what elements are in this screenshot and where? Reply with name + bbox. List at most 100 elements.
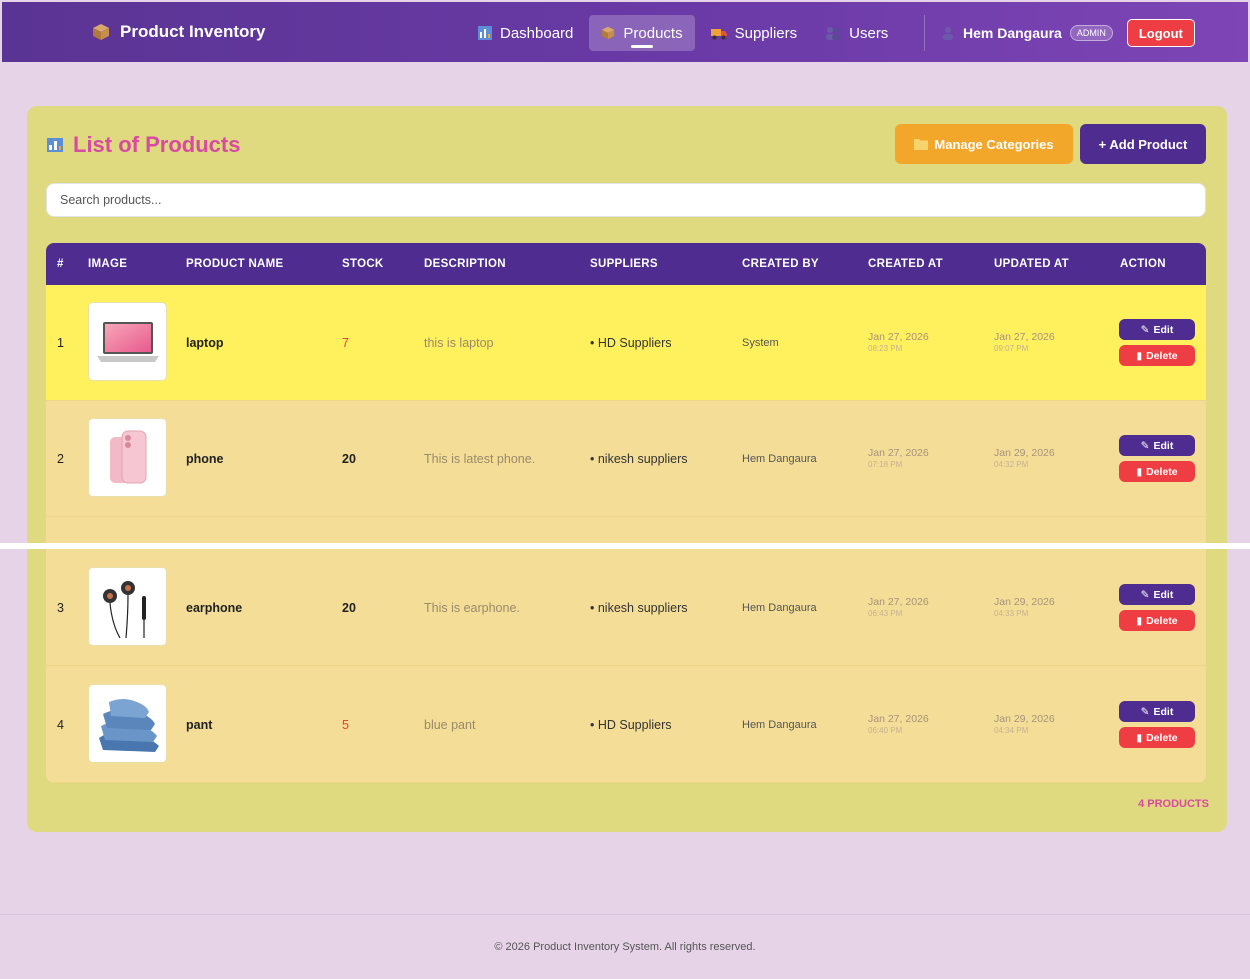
manage-categories-label: Manage Categories: [934, 136, 1054, 152]
updated-date: Jan 29, 2026: [994, 595, 1055, 608]
add-product-button[interactable]: + Add Product: [1080, 124, 1206, 164]
product-updated-at: Jan 29, 2026 04:32 PM: [994, 447, 1055, 471]
created-date: Jan 27, 2026: [868, 330, 929, 343]
product-description: blue pant: [424, 717, 476, 732]
product-created-by: Hem Dangaura: [742, 601, 817, 614]
header-created-by: CREATED BY: [742, 258, 819, 270]
product-supplier: • HD Suppliers: [590, 335, 672, 350]
product-created-by: Hem Dangaura: [742, 452, 817, 465]
delete-label: Delete: [1146, 349, 1178, 362]
product-image-pant: [88, 684, 167, 763]
row-index: 4: [57, 717, 64, 732]
table-row[interactable]: 4 pant 5 blue pant • HD Suppliers Hem Da…: [46, 667, 1206, 783]
folder-icon: [914, 139, 929, 150]
delete-label: Delete: [1146, 614, 1178, 627]
product-supplier: • nikesh suppliers: [590, 451, 688, 466]
product-updated-at: Jan 27, 2026 09:07 PM: [994, 331, 1055, 355]
edit-button[interactable]: ✎ Edit: [1119, 319, 1195, 340]
pencil-icon: ✎: [1140, 439, 1150, 452]
trash-icon: ▮: [1136, 731, 1143, 744]
product-created-at: Jan 27, 2026 06:43 PM: [868, 596, 929, 620]
truck-icon: [710, 29, 727, 40]
chart-icon: [47, 138, 63, 152]
created-time: 07:18 PM: [868, 459, 903, 469]
header-index: #: [57, 258, 64, 270]
product-created-by: System: [742, 336, 779, 349]
brand[interactable]: Product Inventory: [92, 2, 265, 62]
pencil-icon: ✎: [1140, 588, 1150, 601]
header-image: IMAGE: [88, 258, 128, 270]
nav-links: Dashboard Products Suppliers Users: [466, 15, 900, 51]
delete-button[interactable]: ▮ Delete: [1119, 461, 1195, 482]
box-icon: [93, 24, 109, 40]
user-area: Hem Dangaura ADMIN Logout: [924, 15, 1195, 51]
created-date: Jan 27, 2026: [868, 712, 929, 725]
product-created-at: Jan 27, 2026 06:40 PM: [868, 713, 929, 737]
footer-text: © 2026 Product Inventory System. All rig…: [494, 941, 756, 953]
product-supplier: • HD Suppliers: [590, 717, 672, 732]
product-updated-at: Jan 29, 2026 04:33 PM: [994, 596, 1055, 620]
edit-label: Edit: [1153, 588, 1174, 601]
product-created-by: Hem Dangaura: [742, 718, 817, 731]
table-row[interactable]: 1 laptop 7 this is laptop • HD Suppliers…: [46, 285, 1206, 401]
table-row[interactable]: 3 earphone 20 This is earphone. • nikesh…: [46, 550, 1206, 666]
product-name: laptop: [186, 335, 224, 350]
product-name: earphone: [186, 600, 243, 615]
row-actions: ✎ Edit ▮ Delete: [1119, 701, 1195, 748]
product-count: 4 PRODUCTS: [1138, 798, 1209, 810]
chart-icon: [478, 26, 492, 40]
delete-button[interactable]: ▮ Delete: [1119, 727, 1195, 748]
updated-time: 04:34 PM: [994, 725, 1029, 735]
nav-products-label: Products: [623, 24, 683, 42]
created-time: 08:23 PM: [868, 343, 903, 353]
product-stock: 7: [342, 335, 349, 350]
updated-date: Jan 29, 2026: [994, 446, 1055, 459]
edit-label: Edit: [1153, 323, 1174, 336]
nav-users-label: Users: [849, 24, 889, 42]
page-title-text: List of Products: [73, 132, 241, 157]
updated-date: Jan 27, 2026: [994, 330, 1055, 343]
product-created-at: Jan 27, 2026 07:18 PM: [868, 447, 929, 471]
header-created-at: CREATED AT: [868, 258, 943, 270]
nav-dashboard[interactable]: Dashboard: [466, 15, 585, 51]
created-date: Jan 27, 2026: [868, 595, 929, 608]
nav-users[interactable]: Users: [813, 15, 900, 51]
updated-time: 04:33 PM: [994, 608, 1029, 618]
products-table: # IMAGE PRODUCT NAME STOCK DESCRIPTION S…: [46, 243, 1206, 783]
top-navbar: Product Inventory Dashboard Products Sup…: [2, 2, 1248, 62]
delete-button[interactable]: ▮ Delete: [1119, 610, 1195, 631]
search-input[interactable]: [46, 183, 1206, 217]
pencil-icon: ✎: [1140, 705, 1150, 718]
trash-icon: ▮: [1136, 349, 1143, 362]
product-stock: 5: [342, 717, 349, 732]
row-index: 2: [57, 451, 64, 466]
box-icon: [602, 26, 615, 40]
product-supplier: • nikesh suppliers: [590, 600, 688, 615]
header-product-name: PRODUCT NAME: [186, 258, 284, 270]
edit-button[interactable]: ✎ Edit: [1119, 435, 1195, 456]
table-row[interactable]: 2 phone 20 This is latest phone. • nikes…: [46, 401, 1206, 517]
edit-button[interactable]: ✎ Edit: [1119, 701, 1195, 722]
logout-button[interactable]: Logout: [1126, 19, 1195, 47]
manage-categories-button[interactable]: Manage Categories: [895, 124, 1073, 164]
trash-icon: ▮: [1136, 614, 1143, 627]
product-name: phone: [186, 451, 224, 466]
edit-button[interactable]: ✎ Edit: [1119, 584, 1195, 605]
row-actions: ✎ Edit ▮ Delete: [1119, 319, 1195, 366]
edit-label: Edit: [1153, 705, 1174, 718]
delete-button[interactable]: ▮ Delete: [1119, 345, 1195, 366]
created-date: Jan 27, 2026: [868, 446, 929, 459]
table-header: # IMAGE PRODUCT NAME STOCK DESCRIPTION S…: [46, 243, 1206, 285]
row-index: 3: [57, 600, 64, 615]
product-image-phone: [88, 418, 167, 497]
user-name: Hem Dangaura: [963, 25, 1062, 41]
pencil-icon: ✎: [1140, 323, 1150, 336]
nav-products[interactable]: Products: [589, 15, 695, 51]
header-action: ACTION: [1120, 258, 1166, 270]
product-name: pant: [186, 717, 213, 732]
delete-label: Delete: [1146, 465, 1178, 478]
product-image-earphone: [88, 567, 167, 646]
role-badge: ADMIN: [1069, 25, 1113, 41]
nav-suppliers[interactable]: Suppliers: [699, 15, 810, 51]
header-suppliers: SUPPLIERS: [590, 258, 658, 270]
